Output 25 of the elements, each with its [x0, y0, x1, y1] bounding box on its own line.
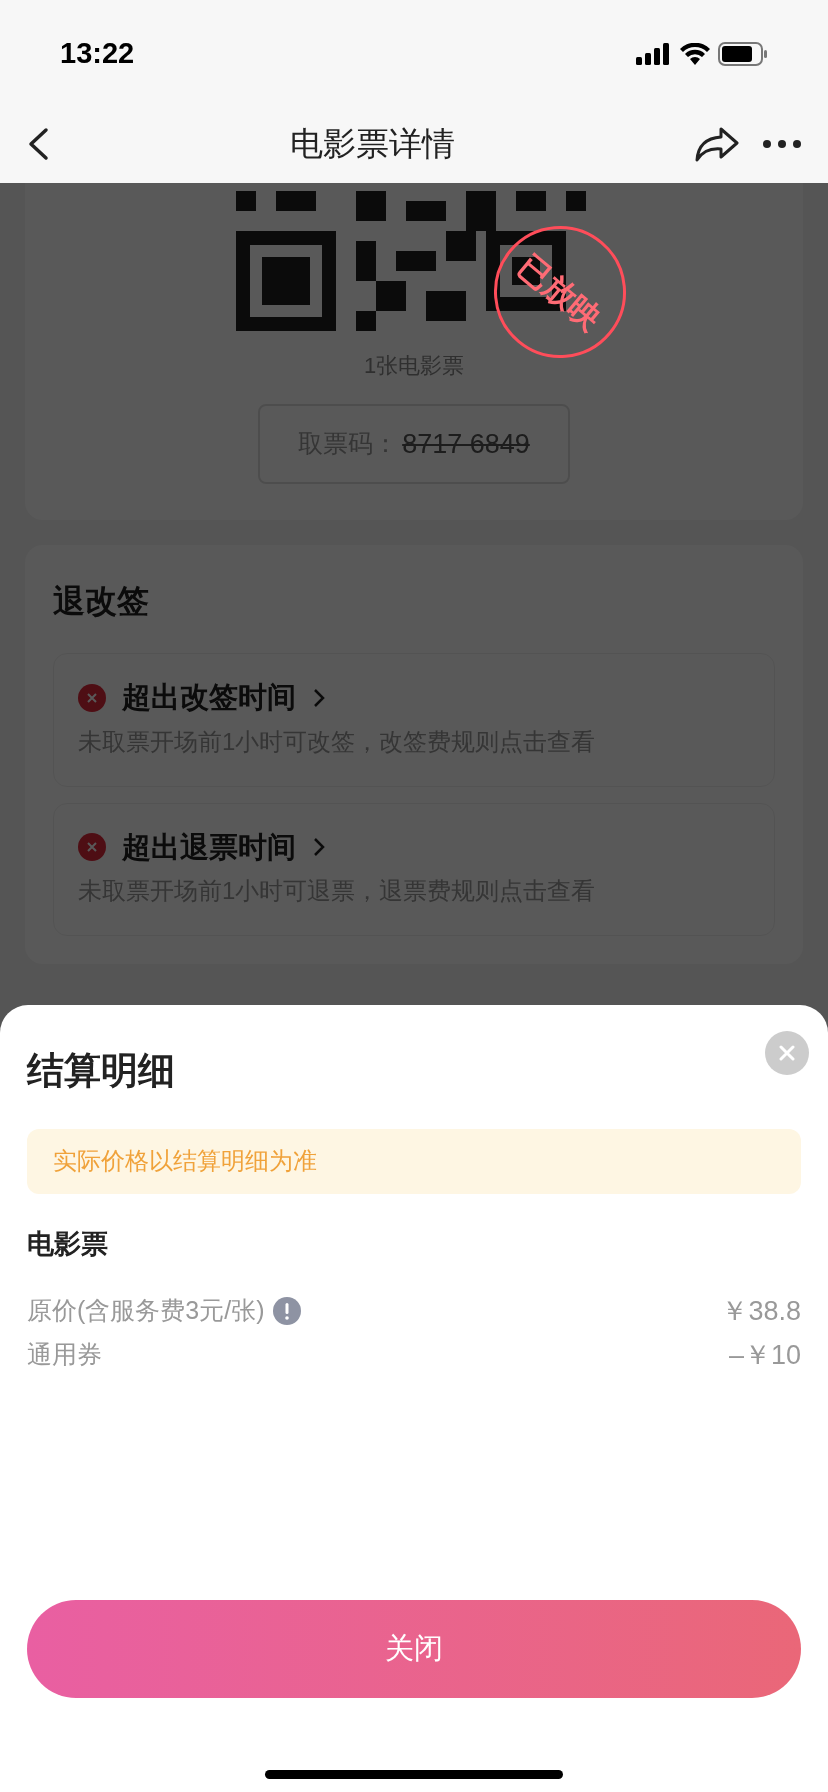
page-title: 电影票详情 [289, 124, 455, 165]
policy-title: 超出退票时间 [122, 829, 296, 865]
close-icon [779, 1045, 795, 1061]
price-label: 通用券 [27, 1339, 102, 1371]
signal-icon [636, 42, 672, 65]
close-sheet-button[interactable]: 关闭 [27, 1600, 801, 1698]
error-icon [78, 833, 106, 862]
status-time: 13:22 [60, 35, 135, 71]
price-amount: ￥38.8 [721, 1294, 801, 1328]
section-title: 退改签 [53, 582, 150, 621]
policy-title: 超出改签时间 [122, 680, 296, 715]
pickup-code: 8717 6849 [402, 427, 530, 461]
section-label: 电影票 [27, 1227, 109, 1261]
notice-text: 实际价格以结算明细为准 [53, 1146, 317, 1176]
price-label: 原价(含服务费3元/张) [27, 1295, 265, 1327]
chevron-icon [312, 686, 326, 709]
battery-icon [718, 41, 768, 66]
error-icon [78, 683, 106, 712]
more-icon[interactable] [762, 139, 802, 149]
wifi-icon [680, 42, 710, 65]
share-icon[interactable] [694, 126, 740, 162]
price-amount: –￥10 [728, 1338, 801, 1372]
sheet-title: 结算明细 [27, 1049, 175, 1093]
info-icon[interactable] [272, 1297, 301, 1325]
back-icon[interactable] [26, 127, 50, 161]
